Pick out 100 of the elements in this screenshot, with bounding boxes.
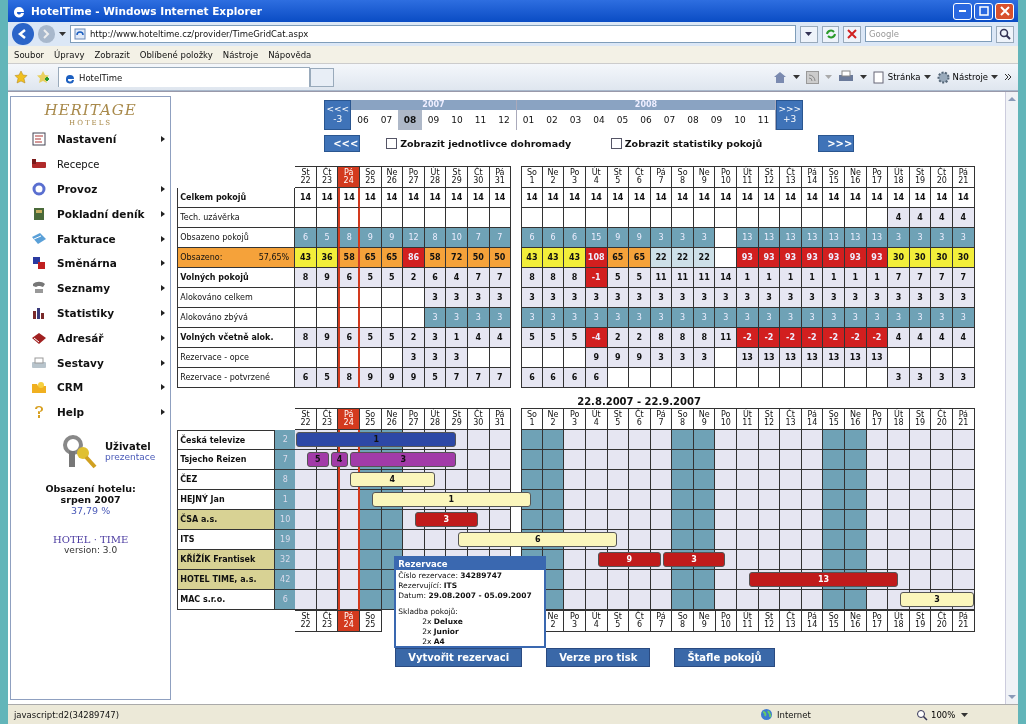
printer-icon bbox=[31, 355, 47, 370]
chevron-icon[interactable] bbox=[1004, 73, 1012, 81]
checkbox-label[interactable]: Zobrazit jednotlivce dohromady bbox=[400, 138, 572, 149]
url-text: http://www.hoteltime.cz/provider/TimeGridCat.aspx bbox=[89, 29, 309, 39]
stop-button[interactable] bbox=[843, 25, 861, 43]
page-menu-button[interactable]: Stránka bbox=[872, 70, 931, 84]
action-button[interactable]: Štafle pokojů bbox=[674, 648, 775, 667]
reservation-bar[interactable]: 1 bbox=[371, 492, 531, 507]
table-cell: 50 bbox=[467, 248, 490, 268]
table-cell: 72 bbox=[446, 248, 468, 268]
reservation-bar[interactable]: 3 bbox=[662, 552, 726, 567]
caret-icon[interactable] bbox=[59, 32, 66, 36]
month-tab[interactable]: 07 bbox=[374, 110, 399, 130]
month-tab[interactable]: 10 bbox=[445, 110, 469, 130]
action-button[interactable]: Vytvořit rezervaci bbox=[395, 648, 523, 667]
table-cell: 3 bbox=[521, 308, 543, 328]
caret-icon[interactable] bbox=[792, 75, 800, 79]
guest-name[interactable]: ČSA a.s. bbox=[177, 510, 276, 530]
close-button[interactable] bbox=[995, 2, 1014, 20]
add-favorite-icon[interactable] bbox=[36, 70, 50, 84]
month-tab[interactable]: 06 bbox=[351, 110, 375, 130]
reservation-bar[interactable]: 13 bbox=[749, 572, 899, 587]
menu-item[interactable]: Úpravy bbox=[54, 49, 85, 60]
menu-item[interactable]: Nastavení bbox=[11, 127, 171, 152]
menu-item[interactable]: Pokladní deník bbox=[11, 201, 171, 227]
guest-name[interactable]: HEJNÝ Jan bbox=[177, 490, 276, 510]
reservation-bar[interactable]: 4 bbox=[350, 472, 435, 487]
table-cell: 93 bbox=[737, 248, 759, 268]
menu-item[interactable]: Help bbox=[11, 399, 171, 425]
menu-item[interactable]: Zobrazit bbox=[94, 49, 130, 60]
menu-item[interactable]: Nápověda bbox=[268, 49, 312, 60]
menu-item[interactable]: Statistiky bbox=[11, 300, 171, 326]
guest-name[interactable]: Tsjecho Reizen bbox=[177, 450, 276, 470]
menu-item[interactable]: Provoz bbox=[11, 176, 171, 202]
guest-name[interactable]: Česká televize bbox=[177, 430, 276, 450]
guest-name[interactable]: ČEZ bbox=[177, 470, 276, 490]
checkbox[interactable] bbox=[386, 138, 398, 149]
month-tab[interactable]: 09 bbox=[704, 110, 729, 130]
menu-item[interactable]: Nástroje bbox=[222, 49, 259, 60]
month-tab[interactable]: 11 bbox=[751, 110, 776, 130]
reservation-bar[interactable]: 3 bbox=[900, 592, 974, 607]
previous-button[interactable]: <<< bbox=[324, 135, 361, 152]
guest-name[interactable]: MAC s.r.o. bbox=[177, 590, 276, 610]
menu-item[interactable]: Sestavy bbox=[11, 350, 171, 375]
reservation-bar[interactable]: 9 bbox=[597, 552, 661, 567]
menu-item[interactable]: CRM bbox=[11, 374, 171, 400]
caret-icon[interactable] bbox=[961, 712, 969, 717]
forward-three-months-button[interactable]: >>> +3 bbox=[776, 100, 804, 130]
month-tab[interactable]: 08 bbox=[398, 110, 422, 130]
guest-name[interactable]: ITS bbox=[177, 530, 276, 550]
user-name[interactable]: prezentace bbox=[105, 452, 156, 463]
dropdown-button[interactable] bbox=[800, 25, 818, 43]
star-icon[interactable] bbox=[14, 70, 28, 84]
month-tab[interactable]: 12 bbox=[492, 110, 516, 130]
search-button[interactable] bbox=[996, 25, 1014, 43]
table-cell: 14 bbox=[521, 188, 543, 208]
maximize-button[interactable] bbox=[974, 2, 993, 20]
table-cell: 13 bbox=[780, 348, 802, 368]
next-button[interactable]: >>> bbox=[818, 135, 855, 152]
month-tab[interactable]: 10 bbox=[728, 110, 752, 130]
month-tab[interactable]: 08 bbox=[681, 110, 705, 130]
month-tab[interactable]: 06 bbox=[634, 110, 658, 130]
refresh-icon bbox=[824, 28, 837, 40]
address-field[interactable]: http://www.hoteltime.cz/provider/TimeGridCat.aspx bbox=[69, 25, 797, 43]
menu-item[interactable]: Recepce bbox=[11, 151, 171, 177]
guest-name[interactable]: KŘÍŽÍK Frantisek bbox=[177, 550, 276, 570]
month-tab[interactable]: 07 bbox=[657, 110, 682, 130]
print-icon[interactable] bbox=[837, 70, 854, 84]
menu-item[interactable]: Seznamy bbox=[11, 275, 171, 301]
guest-name[interactable]: HOTEL TIME, a.s. bbox=[177, 570, 276, 590]
month-tab[interactable]: 09 bbox=[421, 110, 446, 130]
browser-tab[interactable]: HotelTime bbox=[58, 67, 310, 87]
table-cell: 2 bbox=[629, 328, 651, 348]
checkbox-label[interactable]: Zobrazit statistiky pokojů bbox=[624, 138, 763, 149]
menu-item[interactable]: Fakturace bbox=[11, 226, 171, 251]
month-tab[interactable]: 02 bbox=[540, 110, 564, 130]
menu-item[interactable]: Soubor bbox=[14, 49, 45, 60]
table-cell: 14 bbox=[758, 188, 781, 208]
month-tab[interactable]: 01 bbox=[516, 110, 541, 130]
month-tab[interactable]: 05 bbox=[610, 110, 635, 130]
checkbox[interactable] bbox=[610, 138, 622, 149]
back-three-months-button[interactable]: <<< -3 bbox=[324, 100, 352, 130]
reservation-bar[interactable]: 6 bbox=[458, 532, 618, 547]
search-field[interactable]: Google bbox=[865, 26, 993, 42]
menu-item[interactable]: Adresář bbox=[11, 325, 171, 351]
caret-icon[interactable] bbox=[859, 75, 867, 79]
home-icon[interactable] bbox=[772, 70, 787, 84]
table-cell: 3 bbox=[446, 308, 468, 328]
zoom-button[interactable]: 100% bbox=[916, 708, 956, 721]
menu-item[interactable]: Oblíbené položky bbox=[139, 49, 213, 60]
minimize-button[interactable] bbox=[953, 2, 972, 20]
month-tab[interactable]: 11 bbox=[468, 110, 493, 130]
menu-item[interactable]: Směnárna bbox=[11, 251, 171, 276]
month-tab[interactable]: 04 bbox=[587, 110, 611, 130]
action-button[interactable]: Verze pro tisk bbox=[546, 648, 651, 667]
feed-icon[interactable] bbox=[805, 70, 819, 84]
reservation-bar[interactable]: 3 bbox=[415, 512, 478, 527]
month-tab[interactable]: 03 bbox=[563, 110, 588, 130]
tools-menu-button[interactable]: Nástroje bbox=[936, 70, 998, 84]
back-button[interactable] bbox=[12, 23, 34, 45]
